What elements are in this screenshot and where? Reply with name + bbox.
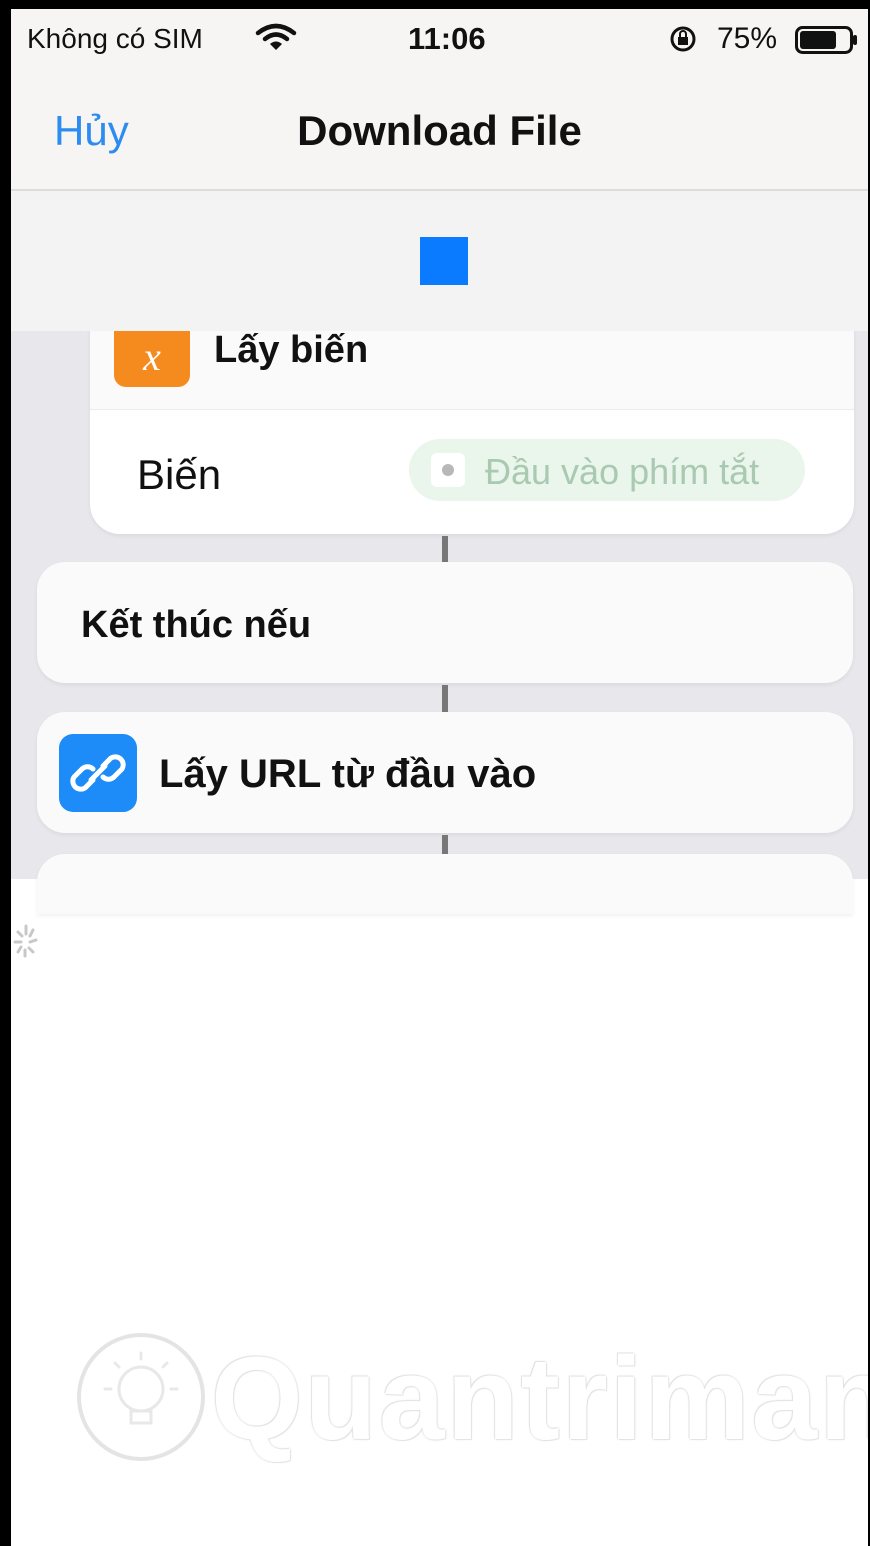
- get-variable-action[interactable]: x Lấy biến Biến Đầu vào phím tắt: [90, 309, 854, 534]
- shortcut-input-label: Đầu vào phím tắt: [485, 451, 760, 492]
- stop-button[interactable]: [420, 237, 468, 285]
- watermark-text: Quantrimang: [211, 1333, 868, 1465]
- end-if-title: Kết thúc nếu: [81, 604, 312, 646]
- get-urls-title: Lấy URL từ đầu vào: [159, 752, 537, 796]
- get-urls-action[interactable]: Lấy URL từ đầu vào: [37, 712, 853, 833]
- link-icon: [59, 734, 137, 812]
- shortcut-input-icon: [431, 453, 465, 487]
- navigation-bar: Download File Hủy: [11, 69, 868, 191]
- page-title: Download File: [297, 107, 582, 154]
- end-if-action[interactable]: Kết thúc nếu: [37, 562, 853, 683]
- battery-percent: 75%: [717, 22, 778, 55]
- action-connector: [442, 685, 448, 712]
- action-connector: [442, 536, 448, 562]
- variable-param-label: Biến: [137, 451, 222, 498]
- wifi-icon: [255, 23, 297, 58]
- orientation-lock-icon: [668, 24, 698, 59]
- cancel-button[interactable]: Hủy: [54, 107, 129, 155]
- screen-frame: Không có SIM 11:06 75% Download File Hủy…: [0, 0, 870, 1546]
- shortcut-editor: Không có SIM 11:06 75% Download File Hủy…: [11, 9, 868, 914]
- lightbulb-logo-icon: [71, 1327, 211, 1472]
- status-bar: Không có SIM 11:06 75%: [11, 9, 868, 69]
- loading-spinner-icon: [11, 914, 41, 979]
- clock: 11:06: [408, 21, 486, 56]
- battery-icon: [795, 26, 859, 59]
- watermark: Quantrimang: [71, 1327, 868, 1467]
- get-variable-title: Lấy biến: [214, 329, 369, 371]
- variable-icon: x: [114, 325, 190, 387]
- carrier-label: Không có SIM: [27, 23, 203, 54]
- next-action[interactable]: [37, 854, 853, 914]
- shortcut-input-token[interactable]: Đầu vào phím tắt: [409, 439, 805, 501]
- run-toolbar: [11, 191, 868, 331]
